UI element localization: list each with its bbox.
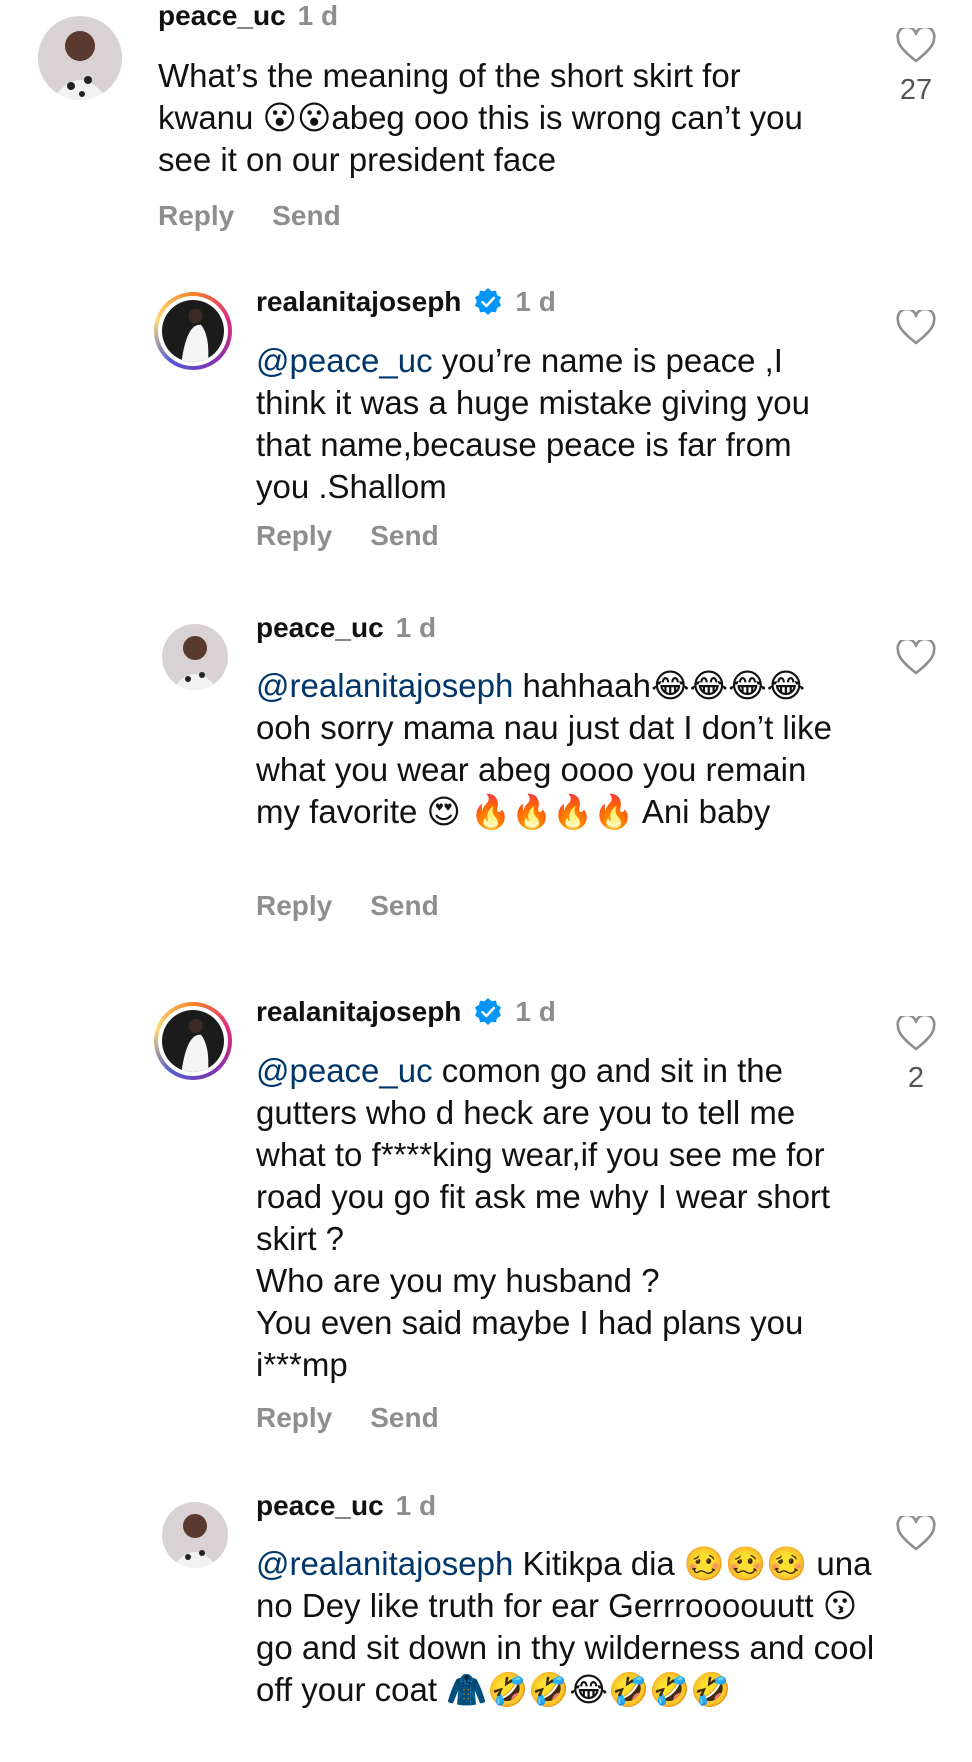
username[interactable]: realanitajoseph (256, 996, 461, 1028)
mention-link[interactable]: @realanitajoseph (256, 667, 513, 704)
like-control (886, 1516, 946, 1562)
heart-icon[interactable] (896, 640, 936, 676)
like-control (886, 640, 946, 686)
avatar[interactable] (38, 16, 122, 100)
timestamp: 1 d (395, 612, 437, 643)
heart-icon[interactable] (896, 1516, 936, 1552)
comment: peace_uc 1 d What’s the meaning of the s… (0, 0, 972, 240)
comment-reply: realanitajoseph 1 d @peace_uc comon go a… (0, 990, 972, 1460)
like-count: 27 (899, 74, 933, 106)
username[interactable]: realanitajoseph (256, 286, 461, 318)
comment-reply: realanitajoseph 1 d @peace_uc you’re nam… (0, 280, 972, 580)
comment-text: @peace_uc comon go and sit in the gutter… (256, 1050, 856, 1386)
like-control (886, 310, 946, 356)
comment-header: peace_uc 1 d (256, 1490, 436, 1522)
comment-header: peace_uc 1 d (256, 612, 436, 644)
verified-badge-icon (475, 998, 502, 1025)
comment-actions: Reply Send (158, 200, 341, 232)
mention-link[interactable]: @realanitajoseph (256, 1545, 513, 1582)
send-button[interactable]: Send (370, 520, 438, 552)
heart-icon[interactable] (896, 310, 936, 346)
reply-button[interactable]: Reply (256, 520, 332, 552)
mention-link[interactable]: @peace_uc (256, 342, 433, 379)
heart-icon[interactable] (896, 28, 936, 64)
username[interactable]: peace_uc (256, 1490, 384, 1522)
reply-button[interactable]: Reply (256, 890, 332, 922)
comment-text: @realanitajoseph Kitikpa dia 🥴🥴🥴 una no … (256, 1543, 876, 1711)
timestamp: 1 d (515, 286, 556, 317)
timestamp: 1 d (395, 1490, 437, 1521)
username[interactable]: peace_uc (256, 612, 384, 644)
avatar[interactable] (162, 624, 228, 690)
reply-button[interactable]: Reply (256, 1402, 332, 1434)
like-control: 27 (886, 28, 946, 107)
comment-actions: Reply Send (256, 890, 439, 922)
comment-text: What’s the meaning of the short skirt fo… (158, 55, 838, 181)
timestamp: 1 d (297, 0, 339, 31)
comment-body: comon go and sit in the gutters who d he… (256, 1052, 831, 1383)
comment-body: What’s the meaning of the short skirt fo… (158, 57, 812, 178)
comment-reply: peace_uc 1 d @realanitajoseph Kitikpa di… (0, 1490, 972, 1762)
comment-header: realanitajoseph 1 d (256, 286, 556, 318)
comment-header: realanitajoseph 1 d (256, 996, 556, 1028)
username[interactable]: peace_uc (158, 0, 286, 32)
comment-header: peace_uc 1 d (158, 0, 338, 32)
comment-text: @realanitajoseph hahhaah😂😂😂😂ooh sorry ma… (256, 665, 846, 833)
comment-actions: Reply Send (256, 1402, 439, 1434)
timestamp: 1 d (515, 996, 556, 1027)
comment-text: @peace_uc you’re name is peace ,I think … (256, 340, 846, 508)
avatar[interactable] (162, 1502, 228, 1568)
heart-icon[interactable] (896, 1016, 936, 1052)
reply-button[interactable]: Reply (158, 200, 234, 232)
send-button[interactable]: Send (370, 890, 438, 922)
mention-link[interactable]: @peace_uc (256, 1052, 433, 1089)
send-button[interactable]: Send (272, 200, 340, 232)
avatar[interactable] (154, 1002, 232, 1080)
verified-badge-icon (475, 288, 502, 315)
comment-actions: Reply Send (256, 520, 439, 552)
avatar[interactable] (154, 292, 232, 370)
like-control: 2 (886, 1016, 946, 1095)
send-button[interactable]: Send (370, 1402, 438, 1434)
like-count: 2 (907, 1062, 925, 1094)
comment-reply: peace_uc 1 d @realanitajoseph hahhaah😂😂😂… (0, 612, 972, 952)
